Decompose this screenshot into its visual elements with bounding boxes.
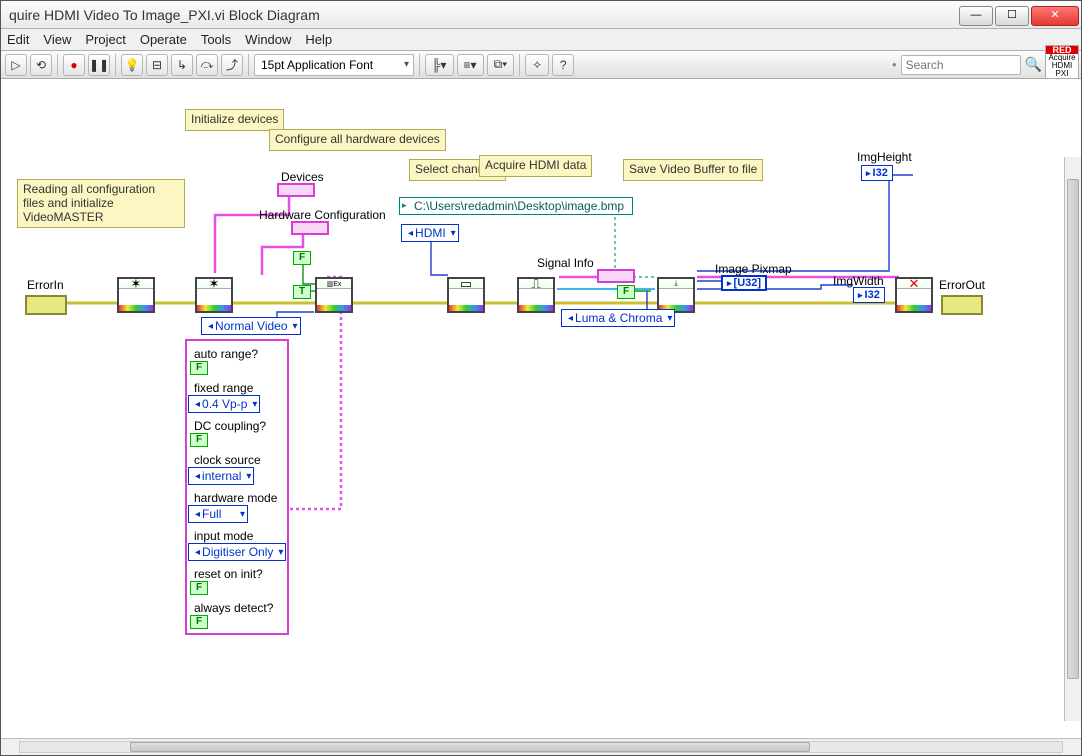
subvi-init-devices[interactable]: ✶ xyxy=(195,277,233,313)
highlight-exec-button[interactable]: 💡 xyxy=(121,54,143,76)
reorder-button[interactable]: ⧉▾ xyxy=(487,54,515,76)
retain-wire-button[interactable]: ⊟ xyxy=(146,54,168,76)
vertical-scrollbar[interactable] xyxy=(1064,157,1081,721)
cluster-bool[interactable]: F xyxy=(190,361,208,375)
scrollbar-thumb-icon[interactable] xyxy=(1067,179,1079,679)
align-button[interactable]: ╠▾ xyxy=(425,54,454,76)
cleanup-button[interactable]: ✧ xyxy=(525,54,549,76)
vi-icon[interactable]: RED Acquire HDMI PXI xyxy=(1045,45,1079,79)
scrollbar-thumb-icon[interactable] xyxy=(130,742,810,752)
label-error-in: ErrorIn xyxy=(27,279,64,291)
sep-icon xyxy=(57,54,58,76)
search-input[interactable] xyxy=(901,55,1021,75)
label-hw-config: Hardware Configuration xyxy=(259,209,386,221)
menu-window[interactable]: Window xyxy=(245,32,291,47)
cluster-ring[interactable]: internal xyxy=(188,467,254,485)
indicator-image-pixmap[interactable]: [U32] xyxy=(721,275,767,291)
vi-icon-bot: HDMI PXI xyxy=(1046,62,1078,78)
pause-button[interactable]: ❚❚ xyxy=(88,54,110,76)
control-devices[interactable] xyxy=(277,183,315,197)
cluster-ring[interactable]: 0.4 Vp-p xyxy=(188,395,260,413)
run-cont-button[interactable]: ⟲ xyxy=(30,54,52,76)
terminal-error-out[interactable] xyxy=(941,295,983,315)
horizontal-scrollbar[interactable] xyxy=(1,738,1081,755)
menubar: Edit View Project Operate Tools Window H… xyxy=(1,29,1081,51)
cluster-bool[interactable]: F xyxy=(190,581,208,595)
step-over-button[interactable]: ⤼ xyxy=(196,54,218,76)
const-bool-f1[interactable]: F xyxy=(293,251,311,265)
comment-read-config: Reading all configuration files and init… xyxy=(17,179,185,228)
window-title: quire HDMI Video To Image_PXI.vi Block D… xyxy=(1,7,320,23)
subvi-save-buffer[interactable]: ⤓ xyxy=(657,277,695,313)
subvi-read-config[interactable]: ✶ xyxy=(117,277,155,313)
label-devices: Devices xyxy=(281,171,324,183)
menu-operate[interactable]: Operate xyxy=(140,32,187,47)
cluster-bool[interactable]: F xyxy=(190,433,208,447)
sep-icon xyxy=(419,54,420,76)
menu-project[interactable]: Project xyxy=(85,32,125,47)
font-label: 15pt Application Font xyxy=(261,58,373,72)
menu-edit[interactable]: Edit xyxy=(7,32,29,47)
comment-acq-hdmi: Acquire HDMI data xyxy=(479,155,592,177)
indicator-signal-info[interactable] xyxy=(597,269,635,283)
close-button[interactable]: ✕ xyxy=(1031,6,1079,26)
window-buttons: — ☐ ✕ xyxy=(959,4,1081,26)
comment-save-buf: Save Video Buffer to file xyxy=(623,159,763,181)
ring-luma-chroma[interactable]: Luma & Chroma xyxy=(561,309,675,327)
toolbar: ▷ ⟲ ● ❚❚ 💡 ⊟ ↳ ⤼ ⤴ 15pt Application Font… xyxy=(1,51,1081,79)
label-error-out: ErrorOut xyxy=(939,279,985,291)
font-selector[interactable]: 15pt Application Font xyxy=(254,54,414,76)
control-hw-config[interactable] xyxy=(291,221,329,235)
ring-normal-video[interactable]: Normal Video xyxy=(201,317,301,335)
subvi-select-channels[interactable]: ▭ xyxy=(447,277,485,313)
sep-icon xyxy=(519,54,520,76)
subvi-acquire-hdmi[interactable]: ⎍ xyxy=(517,277,555,313)
comment-init-dev: Initialize devices xyxy=(185,109,284,131)
cluster-ring[interactable]: Full xyxy=(188,505,248,523)
label-image-pixmap: Image Pixmap xyxy=(715,263,792,275)
wires-layer xyxy=(1,79,1081,738)
indicator-img-width[interactable]: I32 xyxy=(853,287,885,303)
menu-tools[interactable]: Tools xyxy=(201,32,231,47)
window-root: quire HDMI Video To Image_PXI.vi Block D… xyxy=(0,0,1082,756)
cluster-bool[interactable]: F xyxy=(190,615,208,629)
context-help-button[interactable]: ? xyxy=(552,54,574,76)
sep-icon xyxy=(115,54,116,76)
cluster-hw-options[interactable]: auto range?Ffixed range0.4 Vp-pDC coupli… xyxy=(185,339,289,635)
distribute-button[interactable]: ≡▾ xyxy=(457,54,484,76)
titlebar: quire HDMI Video To Image_PXI.vi Block D… xyxy=(1,1,1081,29)
sep-icon xyxy=(248,54,249,76)
label-signal-info: Signal Info xyxy=(537,257,594,269)
menu-view[interactable]: View xyxy=(43,32,71,47)
const-bool-f2[interactable]: F xyxy=(617,285,635,299)
subvi-configure-hw[interactable]: ▥Ex xyxy=(315,277,353,313)
block-diagram[interactable]: Reading all configuration files and init… xyxy=(1,79,1081,738)
abort-button[interactable]: ● xyxy=(63,54,85,76)
menu-help[interactable]: Help xyxy=(305,32,332,47)
search-icon[interactable]: 🔍 xyxy=(1025,56,1042,73)
minimize-button[interactable]: — xyxy=(959,6,993,26)
step-into-button[interactable]: ↳ xyxy=(171,54,193,76)
indicator-img-height[interactable]: I32 xyxy=(861,165,893,181)
const-path-string[interactable]: C:\Users\redadmin\Desktop\image.bmp xyxy=(399,197,633,215)
ring-hdmi[interactable]: HDMI xyxy=(401,224,459,242)
maximize-button[interactable]: ☐ xyxy=(995,6,1029,26)
label-img-height: ImgHeight xyxy=(857,151,912,163)
subvi-close[interactable]: ✕ xyxy=(895,277,933,313)
search-glyph-icon: • xyxy=(892,57,897,72)
label-img-width: ImgWidth xyxy=(833,275,884,287)
run-button[interactable]: ▷ xyxy=(5,54,27,76)
cluster-ring[interactable]: Digitiser Only xyxy=(188,543,286,561)
const-bool-t1[interactable]: T xyxy=(293,285,311,299)
terminal-error-in[interactable] xyxy=(25,295,67,315)
comment-config-hw: Configure all hardware devices xyxy=(269,129,446,151)
step-out-button[interactable]: ⤴ xyxy=(221,54,243,76)
